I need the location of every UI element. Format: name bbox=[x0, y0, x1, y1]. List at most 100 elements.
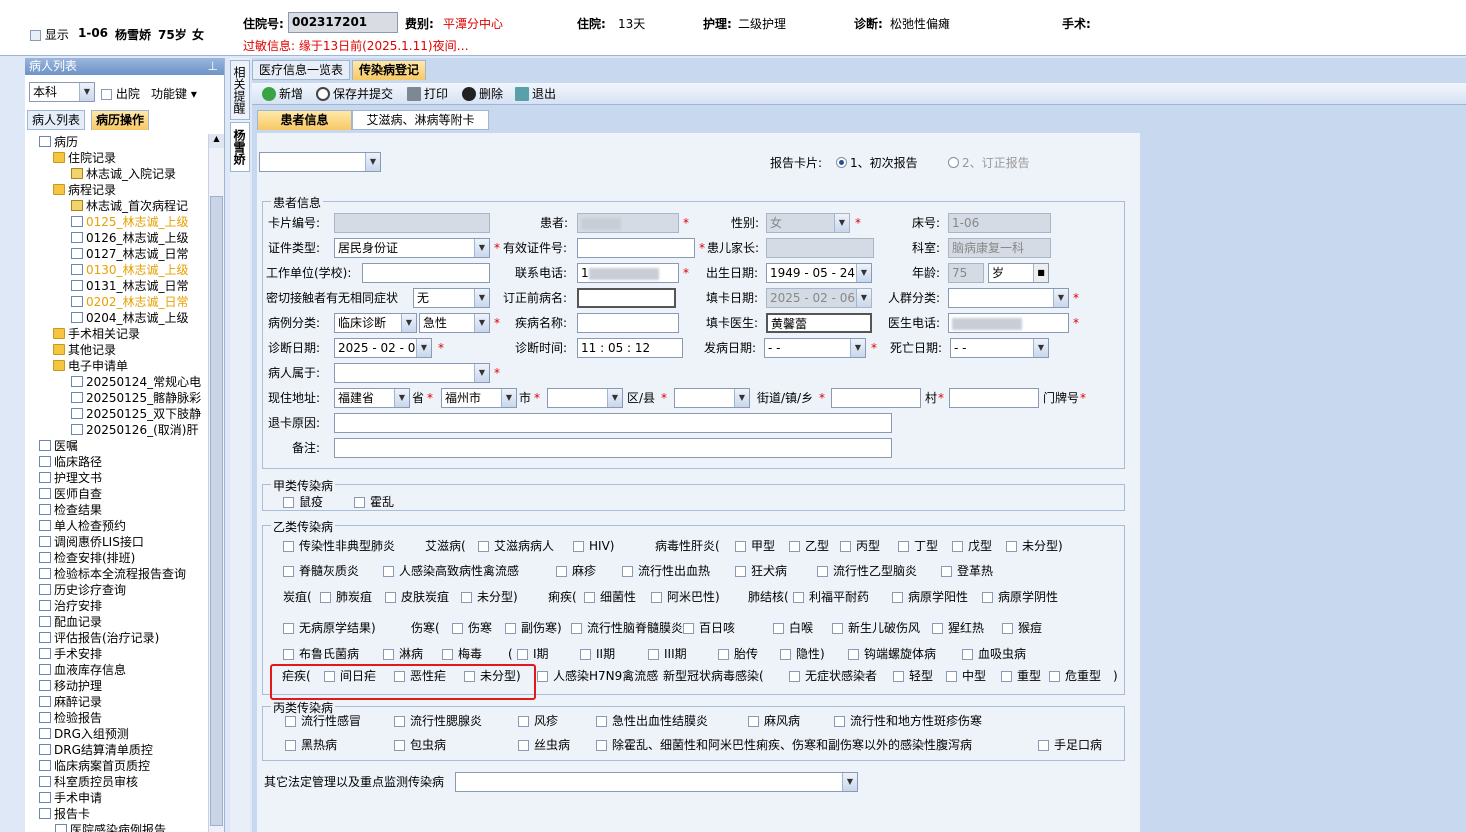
checkbox-icon[interactable] bbox=[580, 649, 591, 660]
admission-no-field[interactable]: 002317201 bbox=[288, 12, 398, 33]
tree-item[interactable]: 0127_林志诚_日常 bbox=[71, 246, 189, 262]
checkbox-icon[interactable] bbox=[452, 623, 463, 634]
checkbox-icon[interactable] bbox=[840, 541, 851, 552]
checkbox-icon[interactable] bbox=[748, 716, 759, 727]
tree-item[interactable]: 0125_林志诚_上级 bbox=[71, 214, 189, 230]
diag-date-field[interactable]: 2025 - 02 - 06 ▼ bbox=[334, 338, 432, 358]
disease-checkbox[interactable]: 病原学阳性 bbox=[892, 589, 968, 605]
checkbox-icon[interactable] bbox=[478, 541, 489, 552]
disease-checkbox[interactable]: 急性出血性结膜炎 bbox=[596, 713, 708, 729]
diag-time-field[interactable]: 11 : 05 : 12 bbox=[577, 338, 683, 358]
door-field[interactable] bbox=[949, 388, 1039, 408]
tab-reminders[interactable]: 相关提醒 bbox=[230, 60, 250, 120]
doctor-phone-field[interactable] bbox=[948, 313, 1069, 333]
dept-field[interactable]: 脑病康复一科 bbox=[948, 238, 1051, 258]
first-report-radio[interactable]: 1、初次报告 bbox=[836, 154, 918, 172]
checkbox-icon[interactable] bbox=[793, 592, 804, 603]
checkbox-icon[interactable] bbox=[817, 566, 828, 577]
tab-patient[interactable]: 杨雪娇 bbox=[230, 122, 250, 172]
disease-checkbox[interactable]: 细菌性 bbox=[584, 589, 636, 605]
tree-item[interactable]: 检查结果 bbox=[39, 502, 102, 518]
phone-field[interactable]: 1 bbox=[577, 263, 679, 283]
tree-item[interactable]: 0202_林志诚_日常 bbox=[71, 294, 189, 310]
checkbox-icon[interactable] bbox=[773, 623, 784, 634]
checkbox-icon[interactable] bbox=[932, 623, 943, 634]
checkbox-icon[interactable] bbox=[461, 592, 472, 603]
tab-medical-overview[interactable]: 医疗信息一览表 bbox=[252, 60, 351, 80]
case-acute-select[interactable]: 急性 ▼ bbox=[419, 313, 490, 333]
disease-checkbox[interactable]: 麻疹 bbox=[556, 563, 596, 579]
tree-item[interactable]: 配血记录 bbox=[39, 614, 102, 630]
checkbox-icon[interactable] bbox=[394, 716, 405, 727]
checkbox-icon[interactable] bbox=[735, 541, 746, 552]
checkbox-icon[interactable] bbox=[718, 649, 729, 660]
disease-checkbox[interactable]: 鼠疫 bbox=[283, 494, 323, 510]
disease-checkbox[interactable]: 霍乱 bbox=[354, 494, 394, 510]
checkbox-icon[interactable] bbox=[848, 649, 859, 660]
revised-report-radio[interactable]: 2、订正报告 bbox=[948, 154, 1030, 172]
checkbox-icon[interactable] bbox=[518, 740, 529, 751]
tab-aids-card[interactable]: 艾滋病、淋病等附卡 bbox=[352, 110, 489, 130]
disease-checkbox[interactable]: I期 bbox=[517, 646, 549, 662]
disease-checkbox[interactable]: 麻风病 bbox=[748, 713, 800, 729]
disease-checkbox[interactable]: 中型 bbox=[946, 668, 986, 684]
tree-item[interactable]: 调阅惠侨LIS接口 bbox=[39, 534, 144, 550]
disease-checkbox[interactable]: 肺炭疽 bbox=[320, 589, 372, 605]
disease-checkbox[interactable]: 乙型 bbox=[789, 538, 829, 554]
fill-date-field[interactable]: 2025 - 02 - 06 ▼ bbox=[766, 288, 872, 308]
disease-checkbox[interactable]: 胎传 bbox=[718, 646, 758, 662]
disease-checkbox[interactable]: 包虫病 bbox=[394, 737, 446, 753]
checkbox-icon[interactable] bbox=[1049, 671, 1060, 682]
checkbox-icon[interactable] bbox=[962, 649, 973, 660]
dept-select[interactable]: 本科 ▼ bbox=[29, 82, 95, 102]
discharged-checkbox[interactable]: 出院 bbox=[101, 85, 140, 102]
guardian-field[interactable] bbox=[766, 238, 874, 258]
disease-checkbox[interactable]: 风疹 bbox=[518, 713, 558, 729]
tree-item[interactable]: DRG结算清单质控 bbox=[39, 742, 153, 758]
card-no-field[interactable] bbox=[334, 213, 490, 233]
disease-checkbox[interactable]: 流行性感冒 bbox=[285, 713, 361, 729]
checkbox-icon[interactable] bbox=[789, 671, 800, 682]
tree-item[interactable]: 历史诊疗查询 bbox=[39, 582, 126, 598]
tree-item[interactable]: 手术安排 bbox=[39, 646, 102, 662]
tree-item[interactable]: 手术相关记录 bbox=[53, 326, 140, 342]
tree-item[interactable]: 单人检查预约 bbox=[39, 518, 126, 534]
checkbox-icon[interactable] bbox=[354, 497, 365, 508]
tree-item[interactable]: 检验标本全流程报告查询 bbox=[39, 566, 186, 582]
id-type-select[interactable]: 居民身份证 ▼ bbox=[334, 238, 490, 258]
belong-select[interactable]: ▼ bbox=[334, 363, 490, 383]
disease-checkbox[interactable]: 人感染H7N9禽流感 bbox=[537, 668, 658, 684]
checkbox-icon[interactable] bbox=[1001, 671, 1012, 682]
tree-item[interactable]: 临床病案首页质控 bbox=[39, 758, 150, 774]
note-field[interactable] bbox=[334, 438, 892, 458]
tab-infectious-registration[interactable]: 传染病登记 bbox=[352, 60, 427, 80]
disease-checkbox[interactable]: 艾滋病病人 bbox=[478, 538, 554, 554]
tree-item[interactable]: 0126_林志诚_上级 bbox=[71, 230, 189, 246]
checkbox-icon[interactable] bbox=[946, 671, 957, 682]
show-checkbox[interactable]: 显示 bbox=[30, 26, 69, 43]
disease-checkbox[interactable]: 副伤寒) bbox=[505, 620, 562, 636]
disease-checkbox[interactable]: 利福平耐药 bbox=[793, 589, 869, 605]
disease-checkbox[interactable]: 隐性) bbox=[780, 646, 825, 662]
tree-item[interactable]: 其他记录 bbox=[53, 342, 116, 358]
disease-checkbox[interactable]: 流行性和地方性斑疹伤寒 bbox=[834, 713, 982, 729]
sex-select[interactable]: 女 ▼ bbox=[766, 213, 850, 233]
disease-checkbox[interactable]: 流行性出血热 bbox=[622, 563, 710, 579]
patient-name-field[interactable] bbox=[577, 213, 679, 233]
disease-checkbox[interactable]: 重型 bbox=[1001, 668, 1041, 684]
tree-item[interactable]: 检验报告 bbox=[39, 710, 102, 726]
disease-checkbox[interactable]: 白喉 bbox=[773, 620, 813, 636]
bed-field[interactable]: 1-06 bbox=[948, 213, 1051, 233]
checkbox-icon[interactable] bbox=[285, 740, 296, 751]
disease-checkbox[interactable]: 流行性脑脊髓膜炎 bbox=[571, 620, 683, 636]
scroll-up-icon[interactable]: ▲ bbox=[209, 134, 224, 148]
death-date-field[interactable]: - - ▼ bbox=[950, 338, 1049, 358]
disease-checkbox[interactable]: 丙型 bbox=[840, 538, 880, 554]
disease-checkbox[interactable]: 伤寒 bbox=[452, 620, 492, 636]
print-button[interactable]: 打印 bbox=[407, 85, 448, 103]
tree-item[interactable]: 治疗安排 bbox=[39, 598, 102, 614]
checkbox-icon[interactable] bbox=[537, 671, 548, 682]
save-submit-button[interactable]: 保存并提交 bbox=[316, 85, 393, 103]
tree-item[interactable]: 20250126_(取消)肝 bbox=[71, 422, 198, 438]
street-select[interactable]: ▼ bbox=[674, 388, 750, 408]
